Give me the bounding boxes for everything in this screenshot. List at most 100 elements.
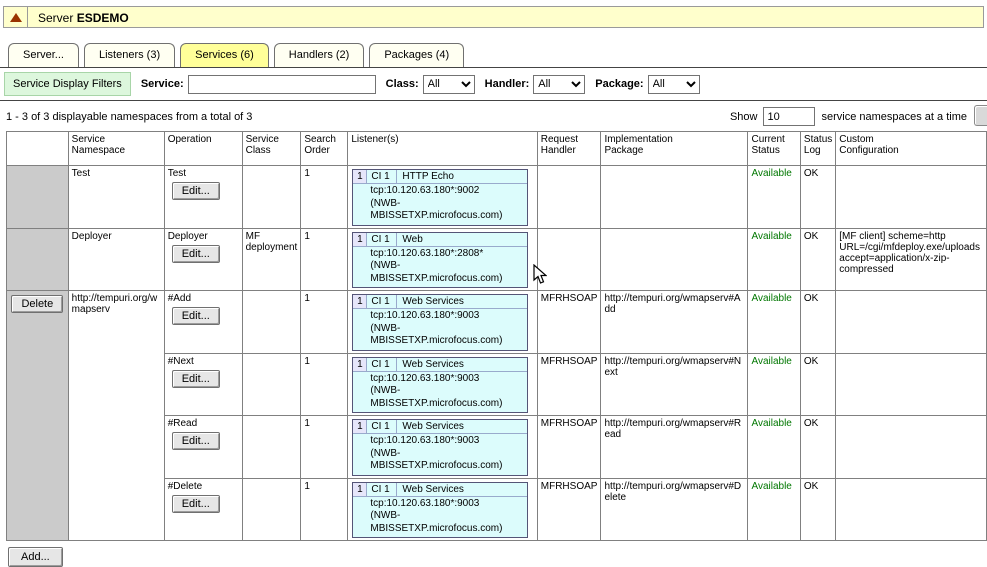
cell-custom-config (836, 291, 987, 354)
edit-button[interactable]: Edit... (172, 370, 220, 388)
pagination-summary: 1 - 3 of 3 displayable namespaces from a… (6, 111, 252, 123)
cell-status-log: OK (800, 228, 835, 291)
listener-ci: CI 1 (367, 295, 397, 308)
listener-detail: tcp:10.120.63.180*:9003 (NWB-MBISSETXP.m… (353, 372, 527, 413)
listener-name: Web Services (397, 295, 527, 308)
show-count-input[interactable] (763, 107, 815, 126)
edit-button[interactable]: Edit... (172, 307, 220, 325)
show-suffix-label: service namespaces at a time (821, 111, 967, 123)
cell-service-class (242, 416, 301, 479)
listener-number: 1 (353, 420, 367, 433)
server-name: ESDEMO (77, 11, 129, 25)
listener-address: tcp:10.120.63.180*:9003 (370, 310, 524, 323)
listener-name: HTTP Echo (397, 170, 527, 183)
delete-button[interactable]: Delete (11, 295, 63, 313)
edit-button[interactable]: Edit... (172, 432, 220, 450)
cell-request-handler: MFRHSOAP (537, 478, 601, 541)
cell-status-log: OK (800, 353, 835, 416)
server-title: Server ESDEMO (28, 7, 139, 27)
cell-operation: #Read Edit... (164, 416, 242, 479)
cell-implementation (601, 166, 748, 229)
listener-box: 1 CI 1 Web Services tcp:10.120.63.180*:9… (352, 482, 528, 539)
cell-operation: Deployer Edit... (164, 228, 242, 291)
cell-status-log: OK (800, 478, 835, 541)
filter-bar: Service Display Filters Service: Class: … (0, 67, 987, 101)
action-cell (7, 228, 69, 291)
cell-service-class (242, 166, 301, 229)
tab-bar: Server... Listeners (3) Services (6) Han… (8, 43, 987, 67)
listener-host: (NWB-MBISSETXP.microfocus.com) (370, 385, 524, 410)
listener-address: tcp:10.120.63.180*:9003 (370, 498, 524, 511)
listener-name: Web (397, 233, 527, 246)
services-table: Service Namespace Operation Service Clas… (6, 131, 987, 541)
listener-head: 1 CI 1 Web Services (353, 483, 527, 497)
listener-ci: CI 1 (367, 358, 397, 371)
listener-box: 1 CI 1 HTTP Echo tcp:10.120.63.180*:9002… (352, 169, 528, 226)
cell-custom-config (836, 166, 987, 229)
listener-host: (NWB-MBISSETXP.microfocus.com) (370, 198, 524, 223)
tab-handlers[interactable]: Handlers (2) (274, 43, 365, 67)
handler-filter-select[interactable]: All (533, 75, 585, 94)
tab-services[interactable]: Services (6) (180, 43, 269, 67)
service-filter-input[interactable] (188, 75, 376, 94)
listener-ci: CI 1 (367, 233, 397, 246)
cell-request-handler: MFRHSOAP (537, 416, 601, 479)
cell-search-order: 1 (301, 291, 348, 354)
listener-box: 1 CI 1 Web Services tcp:10.120.63.180*:9… (352, 294, 528, 351)
header-listeners: Listener(s) (348, 132, 537, 166)
tab-server[interactable]: Server... (8, 43, 79, 67)
class-filter-select[interactable]: All (423, 75, 475, 94)
listener-host: (NWB-MBISSETXP.microfocus.com) (370, 448, 524, 473)
cell-current-status: Available (748, 166, 800, 229)
cell-request-handler: MFRHSOAP (537, 291, 601, 354)
table-header-row: Service Namespace Operation Service Clas… (7, 132, 987, 166)
cell-search-order: 1 (301, 228, 348, 291)
listener-number: 1 (353, 483, 367, 496)
listener-address: tcp:10.120.63.180*:2808* (370, 248, 524, 261)
listener-ci: CI 1 (367, 483, 397, 496)
table-row: Delete http://tempuri.org/wmapserv #Add … (7, 291, 987, 354)
package-filter-select[interactable]: All (648, 75, 700, 94)
cell-current-status: Available (748, 416, 800, 479)
listener-ci: CI 1 (367, 170, 397, 183)
cell-namespace: http://tempuri.org/wmapserv (68, 291, 164, 541)
action-cell: Delete (7, 291, 69, 541)
add-button[interactable]: Add... (8, 547, 63, 567)
header-search-order: Search Order (301, 132, 348, 166)
listener-head: 1 CI 1 Web (353, 233, 527, 247)
action-cell (7, 166, 69, 229)
show-label: Show (730, 111, 758, 123)
cell-implementation: http://tempuri.org/wmapserv#Next (601, 353, 748, 416)
operation-name: #Read (168, 418, 239, 429)
operation-name: #Delete (168, 481, 239, 492)
header-implementation-package: Implementation Package (601, 132, 748, 166)
cell-status-log: OK (800, 291, 835, 354)
cell-current-status: Available (748, 353, 800, 416)
listener-number: 1 (353, 233, 367, 246)
header-service-class: Service Class (242, 132, 301, 166)
pagination-row: 1 - 3 of 3 displayable namespaces from a… (0, 101, 987, 131)
listener-head: 1 CI 1 Web Services (353, 420, 527, 434)
cell-service-class: MF deployment (242, 228, 301, 291)
edit-button[interactable]: Edit... (172, 495, 220, 513)
cell-current-status: Available (748, 291, 800, 354)
cell-custom-config (836, 353, 987, 416)
cell-implementation: http://tempuri.org/wmapserv#Add (601, 291, 748, 354)
edit-button[interactable]: Edit... (172, 182, 220, 200)
cell-listeners: 1 CI 1 Web Services tcp:10.120.63.180*:9… (348, 353, 537, 416)
edit-button[interactable]: Edit... (172, 245, 220, 263)
tab-packages[interactable]: Packages (4) (369, 43, 464, 67)
cell-service-class (242, 478, 301, 541)
cell-custom-config (836, 416, 987, 479)
cell-search-order: 1 (301, 353, 348, 416)
listener-host: (NWB-MBISSETXP.microfocus.com) (370, 323, 524, 348)
server-label: Server (38, 11, 73, 25)
listener-detail: tcp:10.120.63.180*:2808* (NWB-MBISSETXP.… (353, 247, 527, 288)
listener-head: 1 CI 1 Web Services (353, 358, 527, 372)
tab-listeners[interactable]: Listeners (3) (84, 43, 175, 67)
listener-number: 1 (353, 358, 367, 371)
cell-custom-config (836, 478, 987, 541)
pagination-side-button[interactable] (974, 105, 987, 126)
cell-implementation: http://tempuri.org/wmapserv#Delete (601, 478, 748, 541)
collapse-button[interactable] (4, 7, 28, 27)
